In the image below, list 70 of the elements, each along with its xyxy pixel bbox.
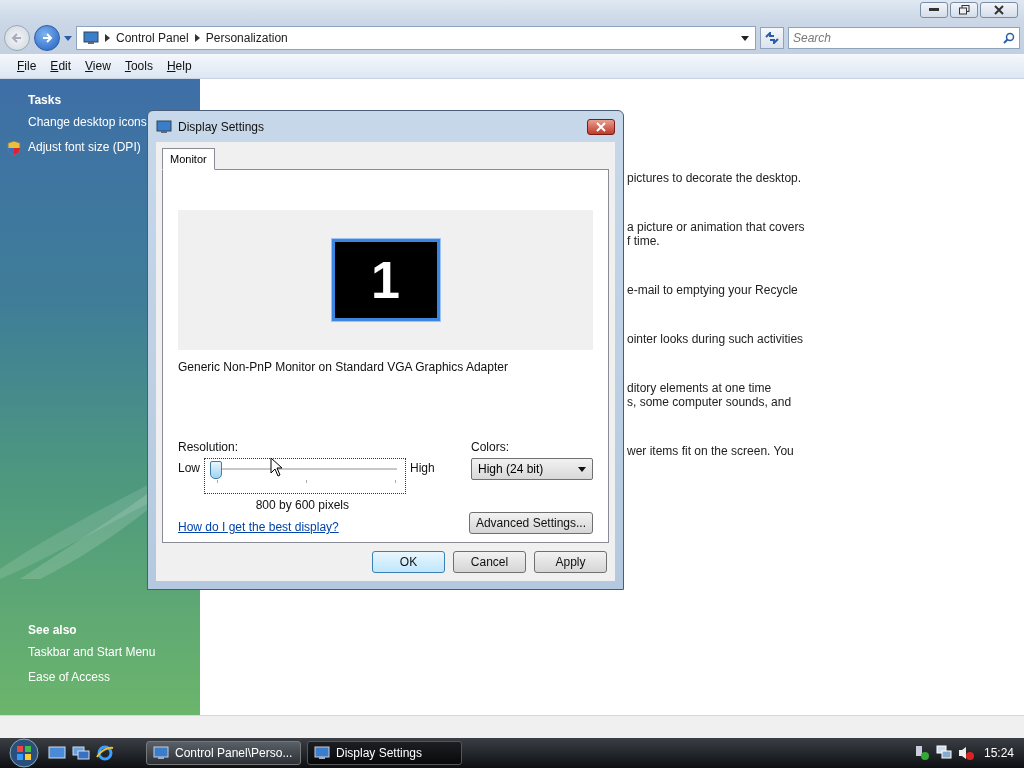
menu-item[interactable]: Tools <box>119 59 158 73</box>
description-text: s, some computer sounds, and <box>627 395 793 409</box>
description-text: f time. <box>627 234 661 248</box>
description-text: pictures to decorate the desktop. <box>627 171 803 185</box>
monitor-icon <box>83 31 99 45</box>
pointer-icon <box>270 457 283 477</box>
high-label: High <box>410 461 435 475</box>
clock: 15:24 <box>983 746 1014 760</box>
resolution-label: Resolution: <box>178 440 240 454</box>
colors-dropdown[interactable]: High (24 bit) <box>471 458 593 480</box>
description-text: ditory elements at one time <box>627 381 773 395</box>
breadcrumb[interactable]: Control Panel <box>116 31 189 45</box>
menu-item[interactable]: View <box>80 59 116 73</box>
refresh-icon <box>765 32 779 44</box>
dialog-title: Display Settings <box>178 119 266 134</box>
task-link[interactable]: Adjust font size (DPI) <box>28 140 141 165</box>
monitor-tile[interactable]: 1 <box>331 239 440 321</box>
maximize-button[interactable] <box>950 2 978 18</box>
menu-item[interactable]: File <box>12 59 42 73</box>
tab[interactable]: Monitor <box>162 148 215 170</box>
monitor-icon <box>156 119 172 134</box>
windows-icon <box>72 746 90 760</box>
search-field[interactable]: Search <box>788 27 1020 49</box>
menu-item[interactable]: Edit <box>45 59 77 73</box>
menu-item[interactable]: Help <box>161 59 197 73</box>
forward-button[interactable] <box>34 25 60 51</box>
monitor-icon <box>153 746 169 760</box>
resolution-reading: 800 by 600 pixels <box>255 498 350 512</box>
description-text: ointer looks during such activities <box>627 332 805 346</box>
close-icon <box>994 5 1004 15</box>
taskbar-button[interactable]: Control Panel\Perso... <box>146 741 301 765</box>
chevron-right-icon <box>105 34 110 42</box>
close-icon <box>596 121 606 132</box>
speaker-muted-icon <box>957 745 974 761</box>
advanced-settings-button[interactable]: Advanced Settings... <box>468 512 593 534</box>
arrow-right-icon <box>41 32 53 44</box>
dialog-button[interactable]: Apply <box>534 551 607 573</box>
colors-label: Colors: <box>471 440 510 454</box>
start-button[interactable] <box>6 738 42 768</box>
taskbar-button[interactable]: Display Settings <box>307 741 462 765</box>
minimize-icon <box>929 8 939 12</box>
dialog-button[interactable]: Cancel <box>453 551 526 573</box>
description-text: a picture or animation that covers <box>627 220 806 234</box>
monitor-icon <box>314 746 330 760</box>
refresh-button[interactable] <box>760 27 784 49</box>
chevron-right-icon <box>194 34 200 42</box>
low-label: Low <box>178 461 200 475</box>
network-check-icon <box>913 745 930 761</box>
help-link[interactable]: How do I get the best display? <box>178 520 339 534</box>
close-button[interactable] <box>980 2 1018 18</box>
description-text: e-mail to emptying your Recycle <box>627 283 799 297</box>
browser-icon <box>96 744 114 762</box>
monitor-name: Generic Non-PnP Monitor on Standard VGA Graphics Adapter <box>178 360 508 374</box>
dialog-button[interactable]: OK <box>372 551 445 573</box>
see-also-heading: See also <box>27 623 78 637</box>
network-icon <box>935 745 952 761</box>
search-icon <box>1003 32 1015 44</box>
close-button[interactable] <box>587 118 615 135</box>
tasks-heading: Tasks <box>27 93 63 107</box>
desktop-icon <box>48 746 66 760</box>
address-field[interactable]: Control Panel Personalization <box>76 26 756 50</box>
caret-icon <box>578 466 586 472</box>
minimize-button[interactable] <box>920 2 948 18</box>
task-link[interactable]: Change desktop icons <box>28 115 147 140</box>
restore-icon <box>958 5 970 15</box>
description-text: wer items fit on the screen. You <box>627 444 795 458</box>
caret-icon <box>741 35 749 41</box>
breadcrumb[interactable]: Personalization <box>205 31 288 45</box>
arrow-left-icon <box>11 32 23 44</box>
caret-icon <box>64 35 72 41</box>
